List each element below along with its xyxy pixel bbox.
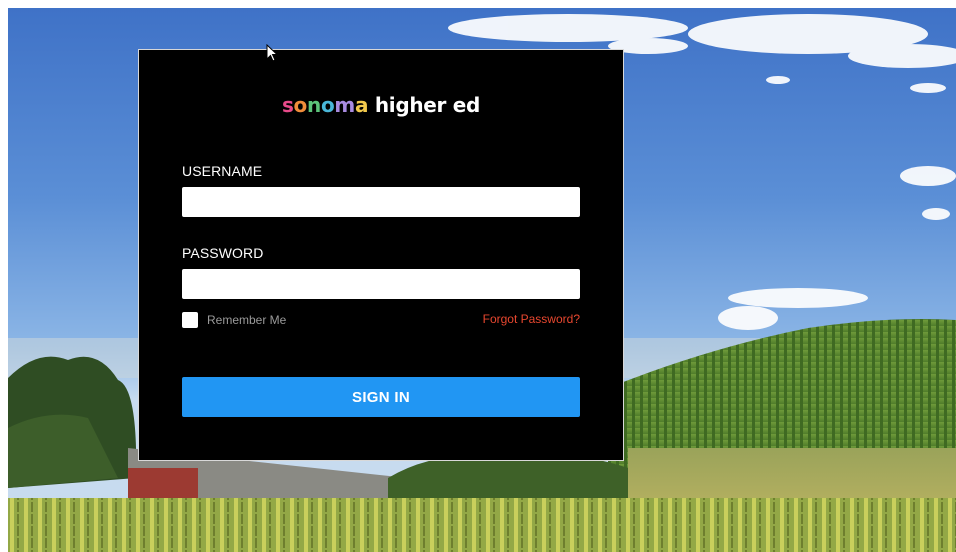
remember-me-checkbox[interactable] xyxy=(182,312,198,328)
logo-letter: o xyxy=(320,93,335,117)
mouse-pointer-icon xyxy=(266,44,279,62)
logo-letter: m xyxy=(334,93,355,117)
forgot-password-link[interactable]: Forgot Password? xyxy=(483,312,580,326)
logo-text: higher ed xyxy=(368,93,481,117)
sonoma-higher-ed-logo: sonoma higher ed xyxy=(139,93,623,117)
username-input[interactable] xyxy=(182,187,580,217)
logo-letter: n xyxy=(307,93,321,117)
remember-me-row[interactable]: Remember Me xyxy=(182,312,286,328)
sign-in-button[interactable]: SIGN IN xyxy=(182,377,580,417)
login-card: sonoma higher ed USERNAME PASSWORD Remem… xyxy=(138,49,624,461)
password-input[interactable] xyxy=(182,269,580,299)
logo-letter: a xyxy=(354,93,369,117)
remember-me-label: Remember Me xyxy=(207,313,287,327)
logo-letter: s xyxy=(281,93,294,117)
login-page: sonoma higher ed USERNAME PASSWORD Remem… xyxy=(0,0,956,552)
logo-letter: o xyxy=(293,93,308,117)
password-label: PASSWORD xyxy=(182,245,264,261)
username-label: USERNAME xyxy=(182,163,263,179)
